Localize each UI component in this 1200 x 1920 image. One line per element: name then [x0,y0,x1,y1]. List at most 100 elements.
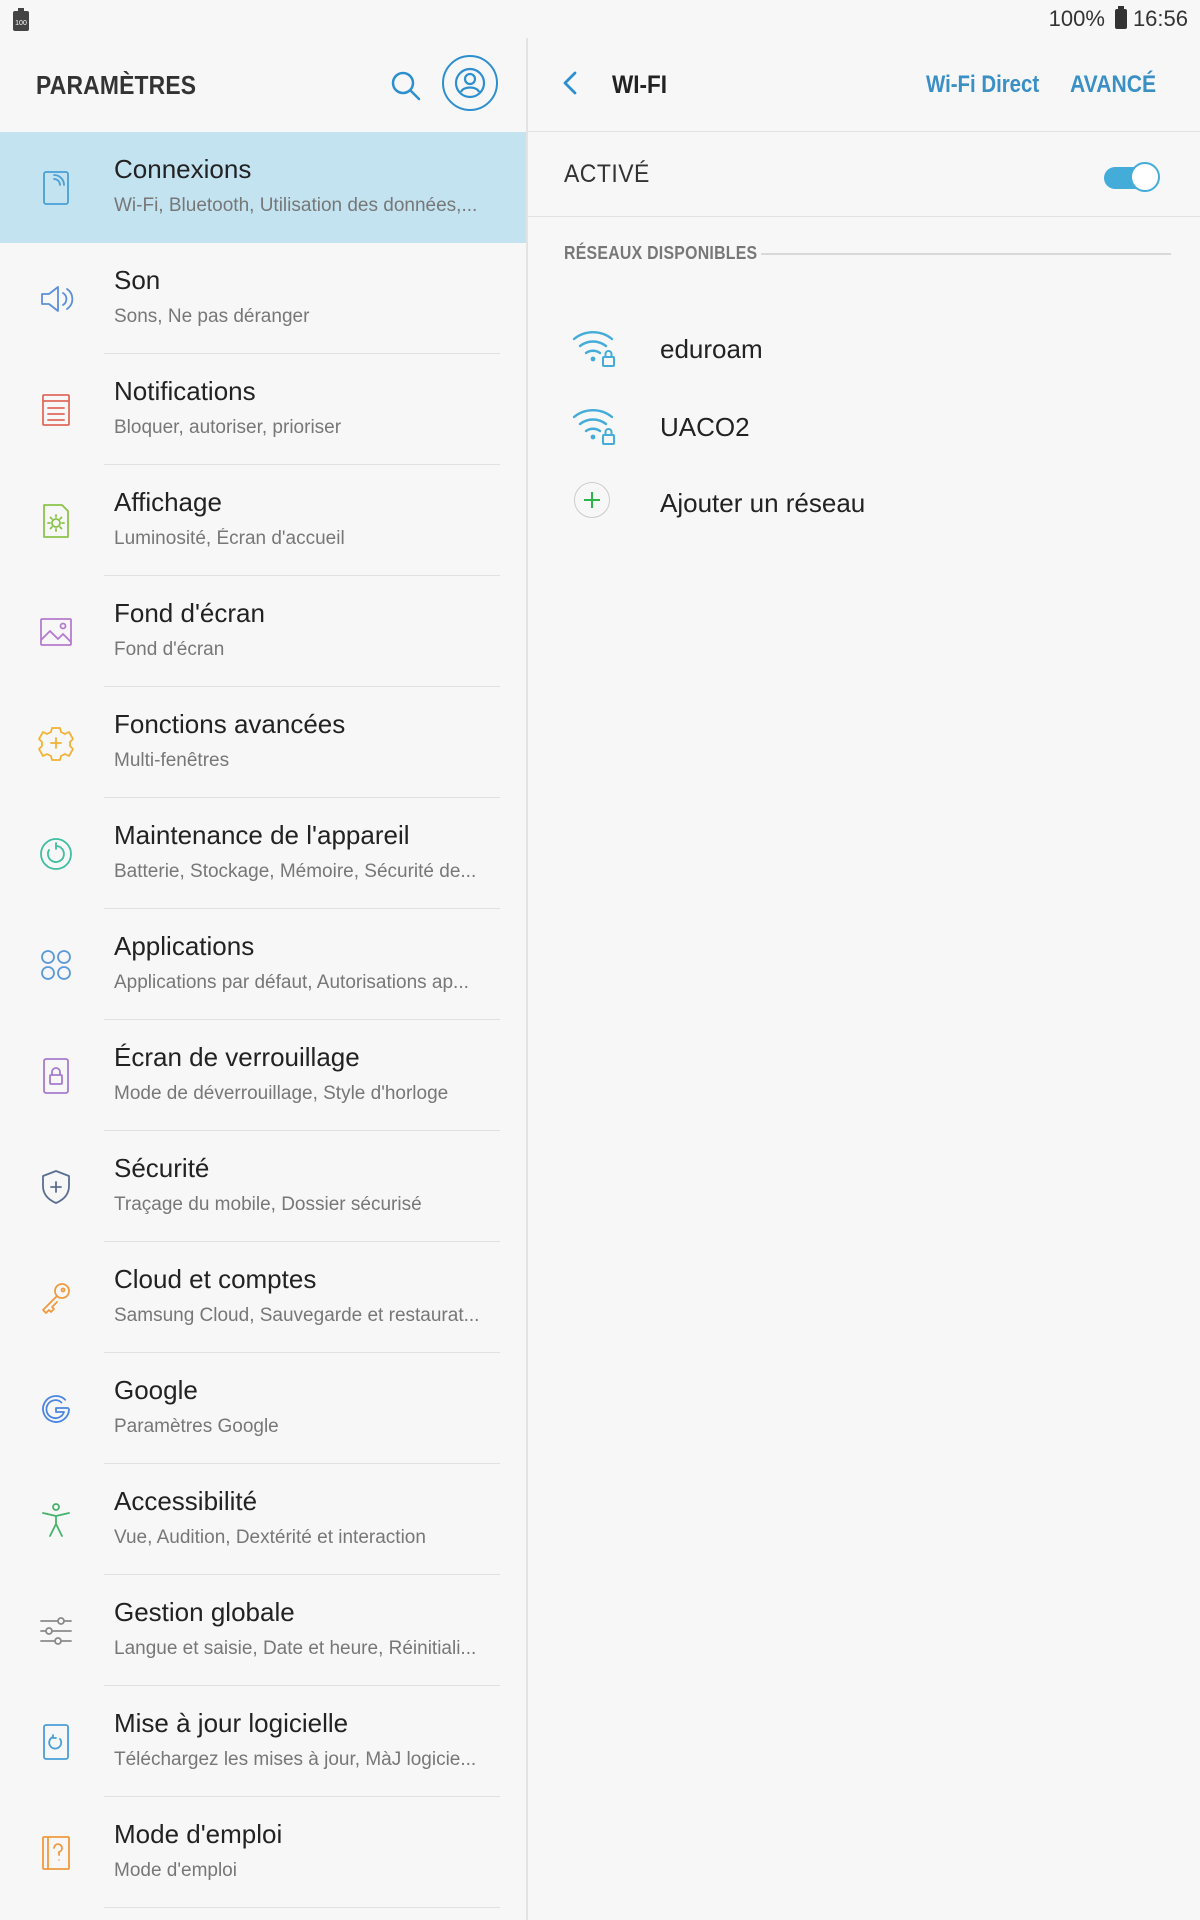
settings-item-texts: Gestion globale Langue et saisie, Date et… [114,1597,494,1660]
settings-item-title: Mode d'emploi [114,1819,283,1849]
wifi-toggle-label: ACTIVÉ [564,160,650,188]
wifi-title: WI-FI [612,71,667,99]
settings-item-texts: Connexions Wi-Fi, Bluetooth, Utilisation … [114,154,494,217]
settings-item-subtitle: Paramètres Google [114,1416,279,1437]
settings-item-texts: Son Sons, Ne pas déranger [114,265,494,328]
advanced-button[interactable]: AVANCÉ [1070,71,1156,99]
wifi-toggle-row[interactable]: ACTIVÉ [528,132,1200,216]
network-item-0[interactable]: eduroam [528,312,1200,388]
settings-item-8[interactable]: Écran de verrouillage Mode de déverrouill… [0,1020,526,1131]
settings-item-title: Mise à jour logicielle [114,1708,349,1738]
settings-item-12[interactable]: Accessibilité Vue, Audition, Dextérité et… [0,1464,526,1575]
toggle-separator [528,216,1200,217]
notifications-icon [42,394,70,426]
user-manual-icon [42,1836,70,1870]
apps-icon [41,950,71,980]
settings-item-title: Applications [114,931,255,961]
settings-item-10[interactable]: Cloud et comptes Samsung Cloud, Sauvegard… [0,1242,526,1353]
settings-item-subtitle: Applications par défaut, Autorisations a… [114,972,469,993]
settings-item-texts: Fond d'écran Fond d'écran [114,598,494,661]
add-network-item[interactable]: Ajouter un réseau [528,466,1200,542]
advanced-features-icon [38,727,74,761]
settings-item-texts: Notifications Bloquer, autoriser, prioris… [114,376,494,439]
back-arrow-icon[interactable] [556,68,586,98]
available-networks-header: RÉSEAUX DISPONIBLES [564,243,758,263]
settings-item-title: Notifications [114,376,256,406]
settings-item-subtitle: Langue et saisie, Date et heure, Réiniti… [114,1638,477,1659]
settings-item-texts: Écran de verrouillage Mode de déverrouill… [114,1042,494,1105]
svg-text:100: 100 [15,20,27,27]
settings-item-subtitle: Luminosité, Écran d'accueil [114,528,345,549]
settings-item-3[interactable]: Affichage Luminosité, Écran d'accueil [0,465,526,576]
add-network-label: Ajouter un réseau [660,488,866,518]
settings-item-texts: Mode d'emploi Mode d'emploi [114,1819,494,1882]
settings-item-subtitle: Fond d'écran [114,639,225,660]
settings-item-texts: Fonctions avancées Multi-fenêtres [114,709,494,772]
sliders-icon [40,1617,72,1645]
settings-item-texts: Sécurité Traçage du mobile, Dossier sécur… [114,1153,494,1216]
shield-icon [42,1170,70,1204]
display-icon [43,504,69,538]
settings-item-6[interactable]: Maintenance de l'appareil Batterie, Stock… [0,798,526,909]
connections-icon [43,171,69,205]
settings-item-texts: Cloud et comptes Samsung Cloud, Sauvegard… [114,1264,494,1327]
page-title: PARAMÈTRES [36,70,197,100]
settings-item-texts: Maintenance de l'appareil Batterie, Stock… [114,820,494,883]
settings-list: Connexions Wi-Fi, Bluetooth, Utilisation … [0,132,526,1908]
settings-item-subtitle: Téléchargez les mises à jour, MàJ logici… [114,1749,477,1770]
wifi-direct-button[interactable]: Wi-Fi Direct [926,71,1039,99]
settings-item-subtitle: Samsung Cloud, Sauvegarde et restaurat..… [114,1305,480,1326]
settings-item-title: Accessibilité [114,1486,258,1516]
settings-item-5[interactable]: Fonctions avancées Multi-fenêtres [0,687,526,798]
account-icon [454,67,486,99]
clock: 16:56 [1132,6,1188,31]
settings-item-subtitle: Wi-Fi, Bluetooth, Utilisation des donnée… [114,195,478,216]
settings-item-title: Affichage [114,487,222,517]
network-name: eduroam [660,334,763,364]
settings-item-0[interactable]: Connexions Wi-Fi, Bluetooth, Utilisation … [0,132,526,243]
settings-item-subtitle: Batterie, Stockage, Mémoire, Sécurité de… [114,861,477,882]
account-button[interactable] [442,55,498,111]
wifi-panel: WI-FI Wi-Fi Direct AVANCÉ ACTIVÉ RÉSEAUX… [526,38,1200,1920]
settings-item-title: Sécurité [114,1153,210,1183]
search-icon[interactable] [388,68,424,104]
settings-item-subtitle: Sons, Ne pas déranger [114,306,310,327]
sound-icon [41,286,74,312]
settings-item-texts: Affichage Luminosité, Écran d'accueil [114,487,494,550]
settings-item-7[interactable]: Applications Applications par défaut, Aut… [0,909,526,1020]
toggle-thumb [1130,162,1160,192]
battery-icon [1114,6,1127,29]
settings-item-15[interactable]: Mode d'emploi Mode d'emploi [0,1797,526,1908]
settings-item-subtitle: Mode de déverrouillage, Style d'horloge [114,1083,449,1104]
wifi-lock-icon [572,409,615,445]
settings-item-texts: Mise à jour logicielle Téléchargez les mi… [114,1708,494,1771]
settings-item-4[interactable]: Fond d'écran Fond d'écran [0,576,526,687]
add-icon [574,482,610,518]
settings-item-texts: Applications Applications par défaut, Aut… [114,931,494,994]
google-icon [42,1395,70,1423]
settings-item-14[interactable]: Mise à jour logicielle Téléchargez les mi… [0,1686,526,1797]
settings-item-2[interactable]: Notifications Bloquer, autoriser, prioris… [0,354,526,465]
settings-item-subtitle: Multi-fenêtres [114,750,230,771]
settings-item-13[interactable]: Gestion globale Langue et saisie, Date et… [0,1575,526,1686]
lock-screen-icon [43,1058,69,1094]
settings-item-title: Fond d'écran [114,598,265,628]
settings-header: PARAMÈTRES [0,38,526,130]
settings-item-subtitle: Traçage du mobile, Dossier sécurisé [114,1194,422,1215]
settings-item-11[interactable]: Google Paramètres Google [0,1353,526,1464]
network-item-1[interactable]: UACO2 [528,390,1200,466]
settings-item-1[interactable]: Son Sons, Ne pas déranger [0,243,526,354]
network-name: UACO2 [660,412,750,442]
settings-item-title: Google [114,1375,198,1405]
settings-item-texts: Google Paramètres Google [114,1375,494,1438]
settings-item-title: Maintenance de l'appareil [114,820,410,850]
key-icon [42,1283,70,1314]
notification-app-icon: 100 [13,8,29,31]
wifi-toggle-switch[interactable] [1104,162,1160,192]
settings-item-9[interactable]: Sécurité Traçage du mobile, Dossier sécur… [0,1131,526,1242]
settings-item-texts: Accessibilité Vue, Audition, Dextérité et… [114,1486,494,1549]
settings-item-subtitle: Vue, Audition, Dextérité et interaction [114,1527,426,1548]
software-update-icon [43,1724,69,1760]
header-divider [526,60,528,100]
wifi-header: WI-FI Wi-Fi Direct AVANCÉ [526,38,1200,130]
